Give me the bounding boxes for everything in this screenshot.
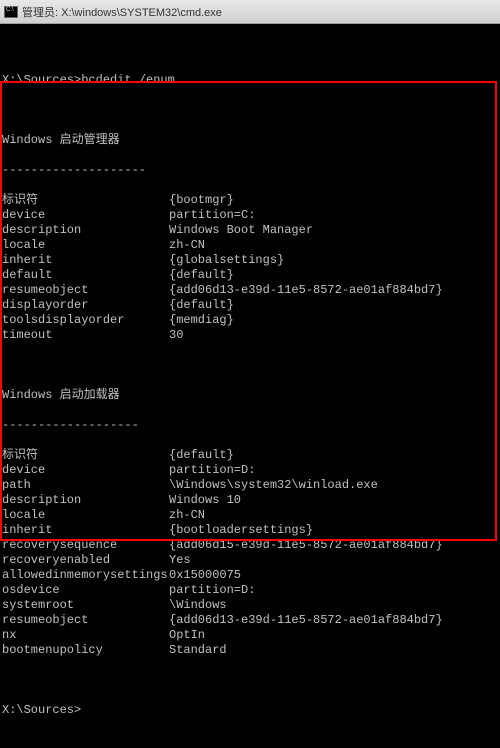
row-key: osdevice <box>2 583 169 598</box>
output-row: displayorder{default} <box>2 298 498 313</box>
row-value: \Windows\system32\winload.exe <box>169 478 498 493</box>
row-value: {default} <box>169 448 498 463</box>
row-key: allowedinmemorysettings <box>2 568 169 583</box>
row-value: \Windows <box>169 598 498 613</box>
output-row: inherit{bootloadersettings} <box>2 523 498 538</box>
output-row: devicepartition=C: <box>2 208 498 223</box>
output-row: systemroot\Windows <box>2 598 498 613</box>
row-key: 标识符 <box>2 193 169 208</box>
output-row: timeout30 <box>2 328 498 343</box>
row-value: {bootloadersettings} <box>169 523 498 538</box>
row-key: displayorder <box>2 298 169 313</box>
row-key: recoveryenabled <box>2 553 169 568</box>
output-row: descriptionWindows Boot Manager <box>2 223 498 238</box>
output-row: toolsdisplayorder{memdiag} <box>2 313 498 328</box>
output-row: resumeobject{add06d13-e39d-11e5-8572-ae0… <box>2 613 498 628</box>
output-row: localezh-CN <box>2 508 498 523</box>
window-titlebar[interactable]: 管理员: X:\windows\SYSTEM32\cmd.exe <box>0 0 500 24</box>
output-row: path\Windows\system32\winload.exe <box>2 478 498 493</box>
prompt-path: X:\Sources> <box>2 703 81 718</box>
row-key: timeout <box>2 328 169 343</box>
output-row: 标识符{default} <box>2 448 498 463</box>
row-value: {bootmgr} <box>169 193 498 208</box>
row-value: Windows Boot Manager <box>169 223 498 238</box>
output-row: devicepartition=D: <box>2 463 498 478</box>
output-row: bootmenupolicyStandard <box>2 643 498 658</box>
output-row: osdevicepartition=D: <box>2 583 498 598</box>
terminal-output[interactable]: X:\Sources>bcdedit /enum Windows 启动管理器 -… <box>0 24 500 537</box>
row-value: OptIn <box>169 628 498 643</box>
row-key: bootmenupolicy <box>2 643 169 658</box>
output-row: localezh-CN <box>2 238 498 253</box>
row-value: zh-CN <box>169 238 498 253</box>
row-value: 30 <box>169 328 498 343</box>
row-key: locale <box>2 238 169 253</box>
row-value: {add06d13-e39d-11e5-8572-ae01af884bd7} <box>169 613 498 628</box>
window-title: 管理员: X:\windows\SYSTEM32\cmd.exe <box>22 4 222 20</box>
output-row: resumeobject{add06d13-e39d-11e5-8572-ae0… <box>2 283 498 298</box>
row-value: {default} <box>169 268 498 283</box>
prompt-command: bcdedit /enum <box>81 73 175 88</box>
prompt-line: X:\Sources> <box>2 703 498 718</box>
row-key: resumeobject <box>2 613 169 628</box>
row-key: default <box>2 268 169 283</box>
boot-loader-rows: 标识符{default}devicepartition=D:path\Windo… <box>2 448 498 658</box>
row-key: locale <box>2 508 169 523</box>
output-row: inherit{globalsettings} <box>2 253 498 268</box>
row-key: description <box>2 493 169 508</box>
row-value: partition=D: <box>169 583 498 598</box>
section-title-boot-loader: Windows 启动加载器 <box>2 388 498 403</box>
row-value: {memdiag} <box>169 313 498 328</box>
row-value: {add06d15-e39d-11e5-8572-ae01af884bd7} <box>169 538 498 553</box>
row-value: partition=C: <box>169 208 498 223</box>
row-value: Windows 10 <box>169 493 498 508</box>
output-row: 标识符{bootmgr} <box>2 193 498 208</box>
row-key: recoverysequence <box>2 538 169 553</box>
output-row: allowedinmemorysettings0x15000075 <box>2 568 498 583</box>
row-value: {default} <box>169 298 498 313</box>
output-row: default{default} <box>2 268 498 283</box>
row-value: 0x15000075 <box>169 568 498 583</box>
row-value: zh-CN <box>169 508 498 523</box>
row-value: {globalsettings} <box>169 253 498 268</box>
row-key: 标识符 <box>2 448 169 463</box>
row-key: toolsdisplayorder <box>2 313 169 328</box>
row-value: {add06d13-e39d-11e5-8572-ae01af884bd7} <box>169 283 498 298</box>
output-row: descriptionWindows 10 <box>2 493 498 508</box>
output-row: nxOptIn <box>2 628 498 643</box>
row-value: Yes <box>169 553 498 568</box>
row-value: Standard <box>169 643 498 658</box>
row-key: systemroot <box>2 598 169 613</box>
output-row: recoveryenabledYes <box>2 553 498 568</box>
section-title-boot-manager: Windows 启动管理器 <box>2 133 498 148</box>
row-key: resumeobject <box>2 283 169 298</box>
prompt-line: X:\Sources>bcdedit /enum <box>2 73 498 88</box>
row-value: partition=D: <box>169 463 498 478</box>
boot-manager-rows: 标识符{bootmgr}devicepartition=C:descriptio… <box>2 193 498 343</box>
section-divider: -------------------- <box>2 163 498 178</box>
cmd-icon <box>4 6 18 18</box>
row-key: device <box>2 463 169 478</box>
row-key: nx <box>2 628 169 643</box>
row-key: description <box>2 223 169 238</box>
prompt-path: X:\Sources> <box>2 73 81 88</box>
row-key: path <box>2 478 169 493</box>
section-divider: ------------------- <box>2 418 498 433</box>
output-row: recoverysequence{add06d15-e39d-11e5-8572… <box>2 538 498 553</box>
row-key: device <box>2 208 169 223</box>
row-key: inherit <box>2 253 169 268</box>
row-key: inherit <box>2 523 169 538</box>
